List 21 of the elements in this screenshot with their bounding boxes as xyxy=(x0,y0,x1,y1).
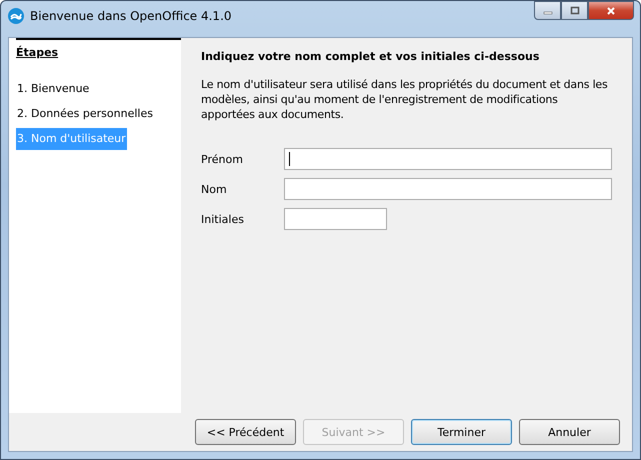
close-button[interactable] xyxy=(588,1,634,20)
maximize-button[interactable] xyxy=(561,1,588,20)
minimize-button[interactable] xyxy=(534,1,561,20)
field-label: Nom xyxy=(201,182,228,196)
app-logo-icon xyxy=(8,8,24,24)
maximize-icon xyxy=(570,6,580,16)
field-label: Initiales xyxy=(201,212,245,226)
step-item[interactable]: 1. Bienvenue xyxy=(16,78,90,100)
page-heading: Indiquez votre nom complet et vos initiales ci-dessous xyxy=(201,50,540,63)
close-icon xyxy=(606,6,616,16)
input-field[interactable] xyxy=(284,148,612,170)
input-field[interactable] xyxy=(284,208,387,230)
input-field[interactable] xyxy=(284,178,612,200)
dialog-button[interactable]: << Précédent xyxy=(195,419,296,445)
dialog-button[interactable]: Terminer xyxy=(411,419,512,445)
dialog-button[interactable]: Annuler xyxy=(519,419,620,445)
window-title: Bienvenue dans OpenOffice 4.1.0 xyxy=(30,9,232,23)
field-label: Prénom xyxy=(201,152,244,166)
steps-title: Étapes xyxy=(16,38,181,78)
step-item[interactable]: 2. Données personnelles xyxy=(16,103,154,125)
description-text: Le nom d'utilisateur sera utilisé dans les propriétés du document et dans les modèles, ainsi qu'au moment de l'enregistrement de modifications apportées aux documents. xyxy=(201,77,609,122)
